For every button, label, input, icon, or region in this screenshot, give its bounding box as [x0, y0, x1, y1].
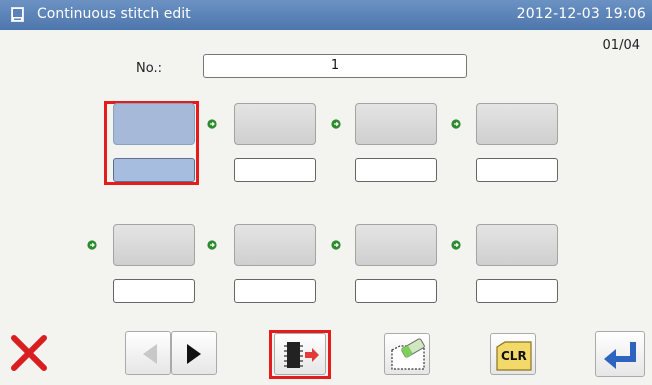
prev-page-button[interactable] — [125, 331, 171, 375]
date-time: 2012-12-03 19:06 — [516, 6, 646, 22]
title-bar: Continuous stitch edit 2012-12-03 19:06 — [0, 0, 652, 30]
next-page-button[interactable] — [171, 331, 217, 375]
pattern-slot-1-2-button[interactable] — [234, 103, 316, 145]
close-x-icon — [11, 335, 47, 371]
clear-label: CLR — [501, 349, 527, 363]
pattern-slot-2-2-field[interactable] — [234, 279, 316, 303]
enter-return-icon — [604, 342, 636, 369]
screen-icon — [11, 7, 24, 22]
pattern-slot-1-1-field[interactable] — [113, 158, 195, 182]
green-arrow-icon — [207, 240, 217, 250]
enter-button[interactable] — [595, 331, 645, 377]
erase-button[interactable] — [384, 333, 430, 375]
pattern-slot-1-1-button[interactable] — [113, 103, 195, 145]
memory-write-icon — [284, 342, 319, 368]
pattern-slot-1-3-button[interactable] — [355, 103, 437, 145]
pattern-slot-2-2-button[interactable] — [234, 224, 316, 266]
pattern-slot-2-4-button[interactable] — [476, 224, 558, 266]
green-arrow-icon — [207, 119, 217, 129]
pattern-slot-1-3-field[interactable] — [355, 158, 437, 182]
window-title: Continuous stitch edit — [37, 6, 191, 22]
green-arrow-icon — [451, 119, 461, 129]
green-arrow-icon — [331, 240, 341, 250]
green-arrow-icon — [331, 119, 341, 129]
pattern-slot-2-3-field[interactable] — [355, 279, 437, 303]
number-field[interactable]: 1 — [203, 54, 467, 78]
pattern-slot-1-4-field[interactable] — [476, 158, 558, 182]
write-memory-button[interactable] — [274, 333, 326, 375]
pattern-slot-1-4-button[interactable] — [476, 103, 558, 145]
green-arrow-icon — [451, 240, 461, 250]
pattern-slot-2-3-button[interactable] — [355, 224, 437, 266]
triangle-right-icon — [187, 344, 201, 364]
pattern-slot-2-4-field[interactable] — [476, 279, 558, 303]
pattern-slot-1-2-field[interactable] — [234, 158, 316, 182]
pattern-slot-2-1-button[interactable] — [113, 224, 195, 266]
number-label: No.: — [136, 61, 162, 76]
triangle-left-icon — [143, 344, 157, 364]
clear-button[interactable]: CLR — [490, 333, 536, 375]
green-arrow-icon — [87, 240, 97, 250]
continuous-stitch-edit-screen: Continuous stitch edit 2012-12-03 19:06 … — [0, 0, 652, 385]
eraser-icon — [391, 338, 425, 370]
cancel-button[interactable] — [9, 333, 49, 373]
page-counter: 01/04 — [602, 38, 640, 53]
pattern-slot-2-1-field[interactable] — [113, 279, 195, 303]
